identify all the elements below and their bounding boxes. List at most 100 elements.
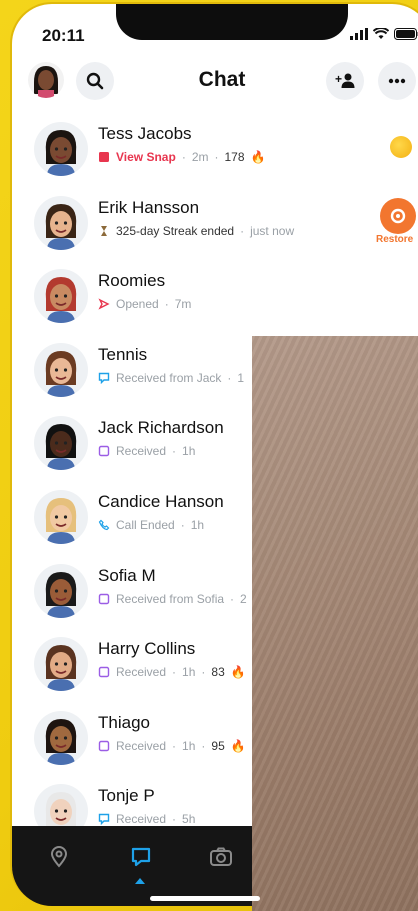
- chat-status: Received: [116, 738, 167, 753]
- camera-icon: [210, 847, 232, 866]
- separator-dot: ·: [201, 665, 206, 680]
- separator-dot: ·: [172, 444, 177, 459]
- more-button[interactable]: [378, 62, 416, 100]
- avatar[interactable]: [34, 269, 88, 324]
- home-indicator: [150, 896, 260, 901]
- restore-streak-button[interactable]: [380, 197, 416, 234]
- chat-time: 1h: [182, 665, 196, 680]
- fire-icon: 🔥: [230, 665, 246, 680]
- chat-status-line: 325-day Streak ended · just now: [98, 224, 294, 238]
- bitmoji-icon: [45, 277, 77, 324]
- bitmoji-icon: [45, 350, 77, 397]
- chat-received-icon: [98, 666, 110, 678]
- snap-unopened-icon: [99, 152, 109, 162]
- separator-dot: ·: [201, 738, 206, 753]
- avatar[interactable]: [34, 710, 88, 765]
- chat-status: Received: [116, 812, 167, 827]
- fire-icon: 🔥: [230, 738, 246, 753]
- battery-icon: [394, 28, 418, 40]
- hand-overlay: [252, 336, 418, 911]
- chat-status-line: Received · 1h: [98, 444, 195, 458]
- bitmoji-icon: [45, 497, 77, 544]
- chat-status-line: Received · 1h · 95 🔥: [98, 739, 246, 753]
- chat-row[interactable]: Roomies Opened · 7m: [12, 263, 418, 337]
- chat-status-line: View Snap · 2m · 178 🔥: [98, 150, 265, 164]
- chat-time: 2: [240, 591, 247, 606]
- chat-row[interactable]: Tess Jacobs View Snap · 2m · 178 🔥: [12, 116, 418, 190]
- chat-received-icon: [98, 372, 110, 384]
- separator-dot: ·: [214, 150, 219, 164]
- separator-dot: ·: [227, 370, 232, 385]
- chat-status-line: Received from Jack · 1: [98, 371, 244, 385]
- chat-status: Call Ended: [116, 517, 175, 532]
- separator-dot: ·: [164, 297, 169, 312]
- chat-name: Erik Hansson: [98, 197, 200, 217]
- chat-status: Received: [116, 665, 167, 680]
- fire-icon: 🔥: [250, 150, 266, 164]
- avatar[interactable]: [34, 416, 88, 471]
- add-friend-icon: +: [335, 72, 355, 88]
- svg-text:+: +: [335, 72, 342, 86]
- smile-emoji-icon: [390, 136, 412, 158]
- chat-time: 7m: [174, 297, 192, 312]
- map-tab[interactable]: [44, 842, 74, 872]
- separator-dot: ·: [172, 738, 177, 753]
- bottom-nav: [12, 826, 252, 906]
- chat-name: Tess Jacobs: [98, 124, 192, 143]
- chat-row[interactable]: Erik Hansson 325-day Streak ended · just no…: [12, 190, 418, 264]
- chat-name: Tonje P: [98, 786, 155, 806]
- streak-count: 95: [211, 738, 225, 753]
- active-tab-indicator: [135, 878, 145, 884]
- status-icons: [350, 28, 418, 40]
- chat-tab[interactable]: [126, 842, 156, 872]
- chat-header: Chat +: [12, 60, 418, 110]
- chat-received-icon: [98, 740, 110, 751]
- chat-name: Tennis: [98, 344, 148, 364]
- bitmoji-icon: [45, 718, 77, 765]
- chat-time: 1: [237, 370, 245, 385]
- chat-received-icon: [98, 814, 110, 826]
- signal-icon: [350, 28, 368, 40]
- separator-dot: ·: [180, 517, 185, 532]
- more-icon: [388, 78, 406, 84]
- chat-name: Thiago: [98, 712, 150, 732]
- avatar[interactable]: [34, 195, 88, 250]
- restore-icon: [390, 208, 406, 223]
- separator-dot: ·: [240, 223, 245, 238]
- chat-status: Received from Jack: [116, 370, 222, 385]
- chat-time: 1h: [182, 738, 196, 753]
- map-pin-icon: [50, 846, 68, 868]
- avatar[interactable]: [34, 563, 88, 618]
- chat-status-line: Received · 1h · 83 🔥: [98, 665, 246, 679]
- avatar[interactable]: [34, 637, 88, 692]
- bitmoji-icon: [45, 203, 77, 250]
- bitmoji-icon: [45, 645, 77, 692]
- wifi-icon: [373, 28, 389, 39]
- separator-dot: ·: [181, 150, 186, 164]
- notch: [116, 4, 348, 40]
- avatar[interactable]: [34, 342, 88, 397]
- avatar[interactable]: [34, 489, 88, 544]
- chat-status-line: Received · 5h: [98, 812, 195, 826]
- chat-icon: [131, 847, 151, 867]
- camera-tab[interactable]: [206, 842, 236, 872]
- status-time: 20:11: [42, 26, 85, 45]
- chat-status-line: Received from Sofia · 2: [98, 592, 247, 606]
- bitmoji-icon: [45, 571, 77, 618]
- add-friend-button[interactable]: +: [326, 62, 364, 100]
- chat-name: Harry Collins: [98, 639, 196, 659]
- chat-name: Candice Hanson: [98, 491, 224, 511]
- chat-status: Received: [116, 444, 167, 459]
- hourglass-icon: [101, 225, 107, 236]
- chat-received-icon: [98, 446, 110, 457]
- avatar[interactable]: [34, 122, 88, 176]
- bitmoji-icon: [45, 424, 77, 471]
- chat-name: Roomies: [98, 271, 166, 291]
- chat-status-line: Opened · 7m: [98, 297, 191, 311]
- call-ended-icon: [98, 519, 110, 531]
- streak-count: 83: [211, 665, 225, 680]
- chat-name: Jack Richardson: [98, 418, 224, 438]
- separator-dot: ·: [172, 812, 177, 827]
- opened-snap-icon: [98, 298, 110, 310]
- bitmoji-icon: [45, 130, 77, 176]
